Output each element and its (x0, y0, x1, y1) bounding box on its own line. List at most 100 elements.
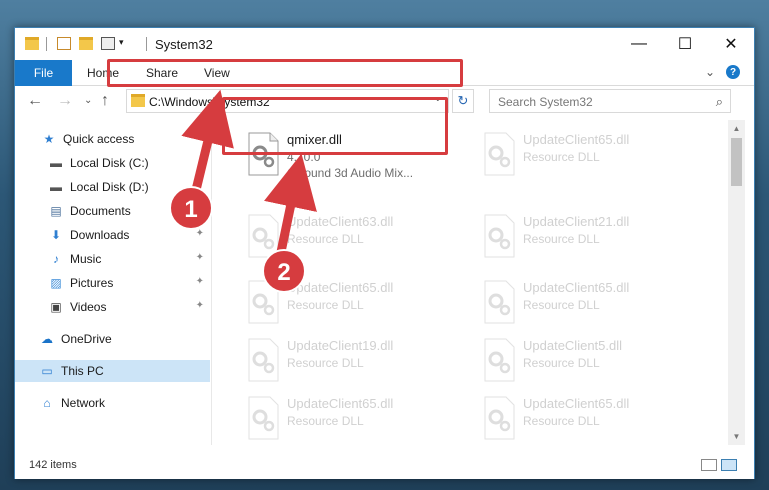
chevron-down-icon[interactable]: ⌄ (434, 93, 442, 104)
sidebar-item-onedrive[interactable]: ☁ OneDrive (15, 328, 210, 350)
file-item[interactable]: UpdateClient19.dll Resource DLL (237, 332, 472, 390)
pin-icon[interactable]: ✦ (196, 252, 204, 263)
dll-file-icon (248, 280, 279, 324)
drive-icon: ▬ (50, 180, 62, 194)
scroll-up-icon[interactable]: ▲ (728, 120, 745, 137)
ribbon-tabs: File Home Share View ⌄ ? (15, 60, 754, 86)
status-bar: 142 items (15, 451, 754, 479)
sidebar-item-pictures[interactable]: ▨ Pictures ✦ (15, 272, 210, 294)
sidebar-item-downloads[interactable]: ⬇ Downloads ✦ (15, 224, 210, 246)
file-item[interactable]: UpdateClient63.dll Resource DLL (237, 208, 472, 266)
scroll-thumb[interactable] (731, 138, 742, 186)
file-item-qmixer[interactable]: qmixer.dll 4.10.0 QSound 3d Audio Mix... (237, 126, 472, 184)
pin-icon[interactable]: ✦ (196, 204, 204, 215)
file-type: Resource DLL (287, 298, 364, 312)
back-button[interactable]: ← (27, 92, 43, 110)
file-name: UpdateClient65.dll (523, 132, 630, 147)
file-item[interactable]: UpdateClient65.dll Resource DLL (473, 390, 708, 445)
folder-icon (131, 94, 145, 107)
refresh-button[interactable]: ↻ (452, 89, 474, 113)
sidebar-item-label: Pictures (70, 276, 114, 290)
pictures-icon: ▨ (50, 276, 62, 290)
sidebar-item-quick-access[interactable]: ★ Quick access (15, 128, 210, 150)
sidebar-item-label: OneDrive (61, 332, 112, 346)
properties-icon[interactable] (57, 37, 71, 50)
search-placeholder[interactable]: Search System32 (498, 95, 593, 109)
tab-home[interactable]: Home (87, 60, 119, 86)
drive-icon: ▬ (50, 156, 62, 170)
file-explorer-window: ▾ System32 — ☐ ✕ File Home Share View ⌄ … (14, 27, 755, 479)
search-box[interactable]: Search System32 ⌕ (489, 89, 731, 113)
file-type: Resource DLL (523, 232, 600, 246)
vertical-scrollbar[interactable]: ▲ ▼ (728, 120, 745, 445)
new-folder-icon[interactable] (79, 37, 93, 50)
window-title: System32 (155, 37, 213, 52)
file-name: UpdateClient65.dll (523, 280, 630, 295)
customize-quick-access-icon[interactable]: ▾ (119, 37, 124, 48)
dll-file-icon (484, 280, 515, 324)
up-button[interactable]: ↑ (101, 92, 109, 110)
file-item[interactable]: UpdateClient65.dll Resource DLL (237, 390, 472, 445)
download-icon: ⬇ (50, 228, 62, 242)
sidebar-item-label: Videos (70, 300, 107, 314)
file-item[interactable]: UpdateClient5.dll Resource DLL (473, 332, 708, 390)
expand-ribbon-icon[interactable]: ⌄ (705, 65, 715, 79)
view-icon[interactable] (101, 37, 115, 50)
tab-file[interactable]: File (15, 60, 72, 86)
folder-icon (25, 37, 39, 50)
dll-file-icon (484, 132, 515, 176)
pin-icon[interactable]: ✦ (196, 228, 204, 239)
toolbar-separator (146, 37, 147, 51)
minimize-button[interactable]: — (616, 28, 662, 60)
scroll-down-icon[interactable]: ▼ (728, 428, 745, 445)
file-name: UpdateClient5.dll (523, 338, 623, 353)
help-icon[interactable]: ? (726, 65, 740, 79)
file-item[interactable]: UpdateClient65.dll Resource DLL (237, 274, 472, 332)
large-icons-view-icon[interactable] (721, 459, 737, 471)
address-path[interactable]: C:\Windows\System32 (149, 95, 270, 109)
sidebar-item-this-pc[interactable]: ▭ This PC (15, 360, 210, 382)
file-name: UpdateClient21.dll (523, 214, 630, 229)
tab-view[interactable]: View (204, 60, 230, 86)
recent-locations-button[interactable]: ⌄ (84, 95, 92, 106)
sidebar-item-music[interactable]: ♪ Music ✦ (15, 248, 210, 270)
maximize-button[interactable]: ☐ (662, 28, 708, 60)
video-icon: ▣ (50, 300, 62, 314)
sidebar-item-local-disk-d[interactable]: ▬ Local Disk (D:) (15, 176, 210, 198)
sidebar-item-network[interactable]: ⌂ Network (15, 392, 210, 414)
dll-file-icon (248, 132, 279, 176)
file-description: QSound 3d Audio Mix... (287, 166, 414, 180)
details-view-icon[interactable] (701, 459, 717, 471)
sidebar-item-label: Quick access (63, 132, 135, 146)
forward-button[interactable]: → (57, 92, 73, 110)
file-item[interactable]: UpdateClient21.dll Resource DLL (473, 208, 708, 266)
search-icon[interactable]: ⌕ (716, 94, 723, 110)
dll-file-icon (484, 338, 515, 382)
close-button[interactable]: ✕ (708, 28, 754, 60)
sidebar-item-label: Documents (70, 204, 131, 218)
file-name: UpdateClient65.dll (523, 396, 630, 411)
address-bar[interactable]: C:\Windows\System32 ⌄ (126, 89, 449, 113)
pin-icon[interactable]: ✦ (196, 300, 204, 311)
file-version: 4.10.0 (287, 150, 321, 164)
title-bar: ▾ System32 — ☐ ✕ (15, 28, 754, 60)
file-name: UpdateClient19.dll (287, 338, 394, 353)
file-name: UpdateClient63.dll (287, 214, 394, 229)
sidebar-item-documents[interactable]: ▤ Documents ✦ (15, 200, 210, 222)
file-item[interactable]: UpdateClient65.dll Resource DLL (473, 274, 708, 332)
sidebar-item-label: Music (70, 252, 102, 266)
file-name: UpdateClient65.dll (287, 280, 394, 295)
file-name: UpdateClient65.dll (287, 396, 394, 411)
file-type: Resource DLL (287, 232, 364, 246)
document-icon: ▤ (50, 204, 62, 218)
file-type: Resource DLL (287, 414, 364, 428)
dll-file-icon (248, 214, 279, 258)
music-icon: ♪ (53, 252, 59, 266)
sidebar-item-videos[interactable]: ▣ Videos ✦ (15, 296, 210, 318)
sidebar-item-label: This PC (61, 364, 104, 378)
pane-divider[interactable] (211, 120, 212, 445)
pin-icon[interactable]: ✦ (196, 276, 204, 287)
sidebar-item-local-disk-c[interactable]: ▬ Local Disk (C:) (15, 152, 210, 174)
file-item[interactable]: UpdateClient65.dll Resource DLL (473, 126, 708, 184)
tab-share[interactable]: Share (146, 60, 178, 86)
